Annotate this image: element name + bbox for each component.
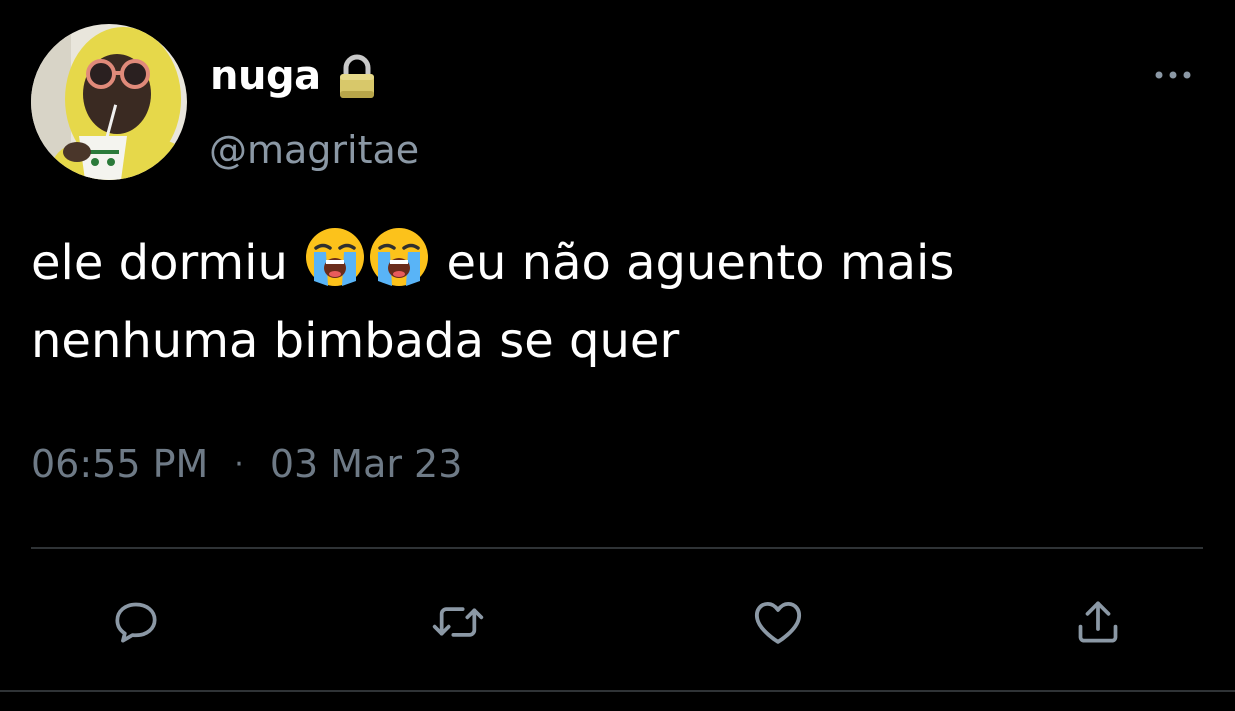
tweet-text-line2: nenhuma bimbada se quer [31, 313, 680, 369]
share-icon [1078, 601, 1118, 643]
tweet-text: ele dormiu eu não aguento mais nenhuma b… [31, 224, 1211, 380]
reply-button[interactable] [106, 592, 166, 652]
meta-separator: · [234, 446, 244, 482]
loudly-crying-face-icon [304, 226, 366, 288]
more-button[interactable] [1148, 60, 1198, 90]
tweet-text-part2: eu não aguento mais [446, 235, 955, 291]
divider [31, 547, 1203, 549]
reply-icon [115, 602, 157, 643]
share-button[interactable] [1068, 592, 1128, 652]
like-button[interactable] [748, 592, 808, 652]
heart-icon [754, 601, 802, 644]
retweet-button[interactable] [428, 592, 488, 652]
avatar[interactable] [31, 24, 187, 180]
more-icon [1155, 71, 1191, 79]
divider [0, 690, 1235, 692]
display-name[interactable]: nuga [210, 53, 321, 99]
tweet-date[interactable]: 03 Mar 23 [270, 442, 463, 486]
avatar-image [31, 24, 187, 180]
retweet-icon [432, 607, 484, 637]
loudly-crying-face-icon [368, 226, 430, 288]
tweet-time[interactable]: 06:55 PM [31, 442, 208, 486]
author-name-row[interactable]: nuga [210, 48, 379, 104]
tweet-text-part1: ele dormiu [31, 235, 288, 291]
lock-icon [335, 53, 379, 99]
handle[interactable]: @magritae [209, 128, 419, 172]
tweet-meta: 06:55 PM · 03 Mar 23 [31, 442, 462, 486]
